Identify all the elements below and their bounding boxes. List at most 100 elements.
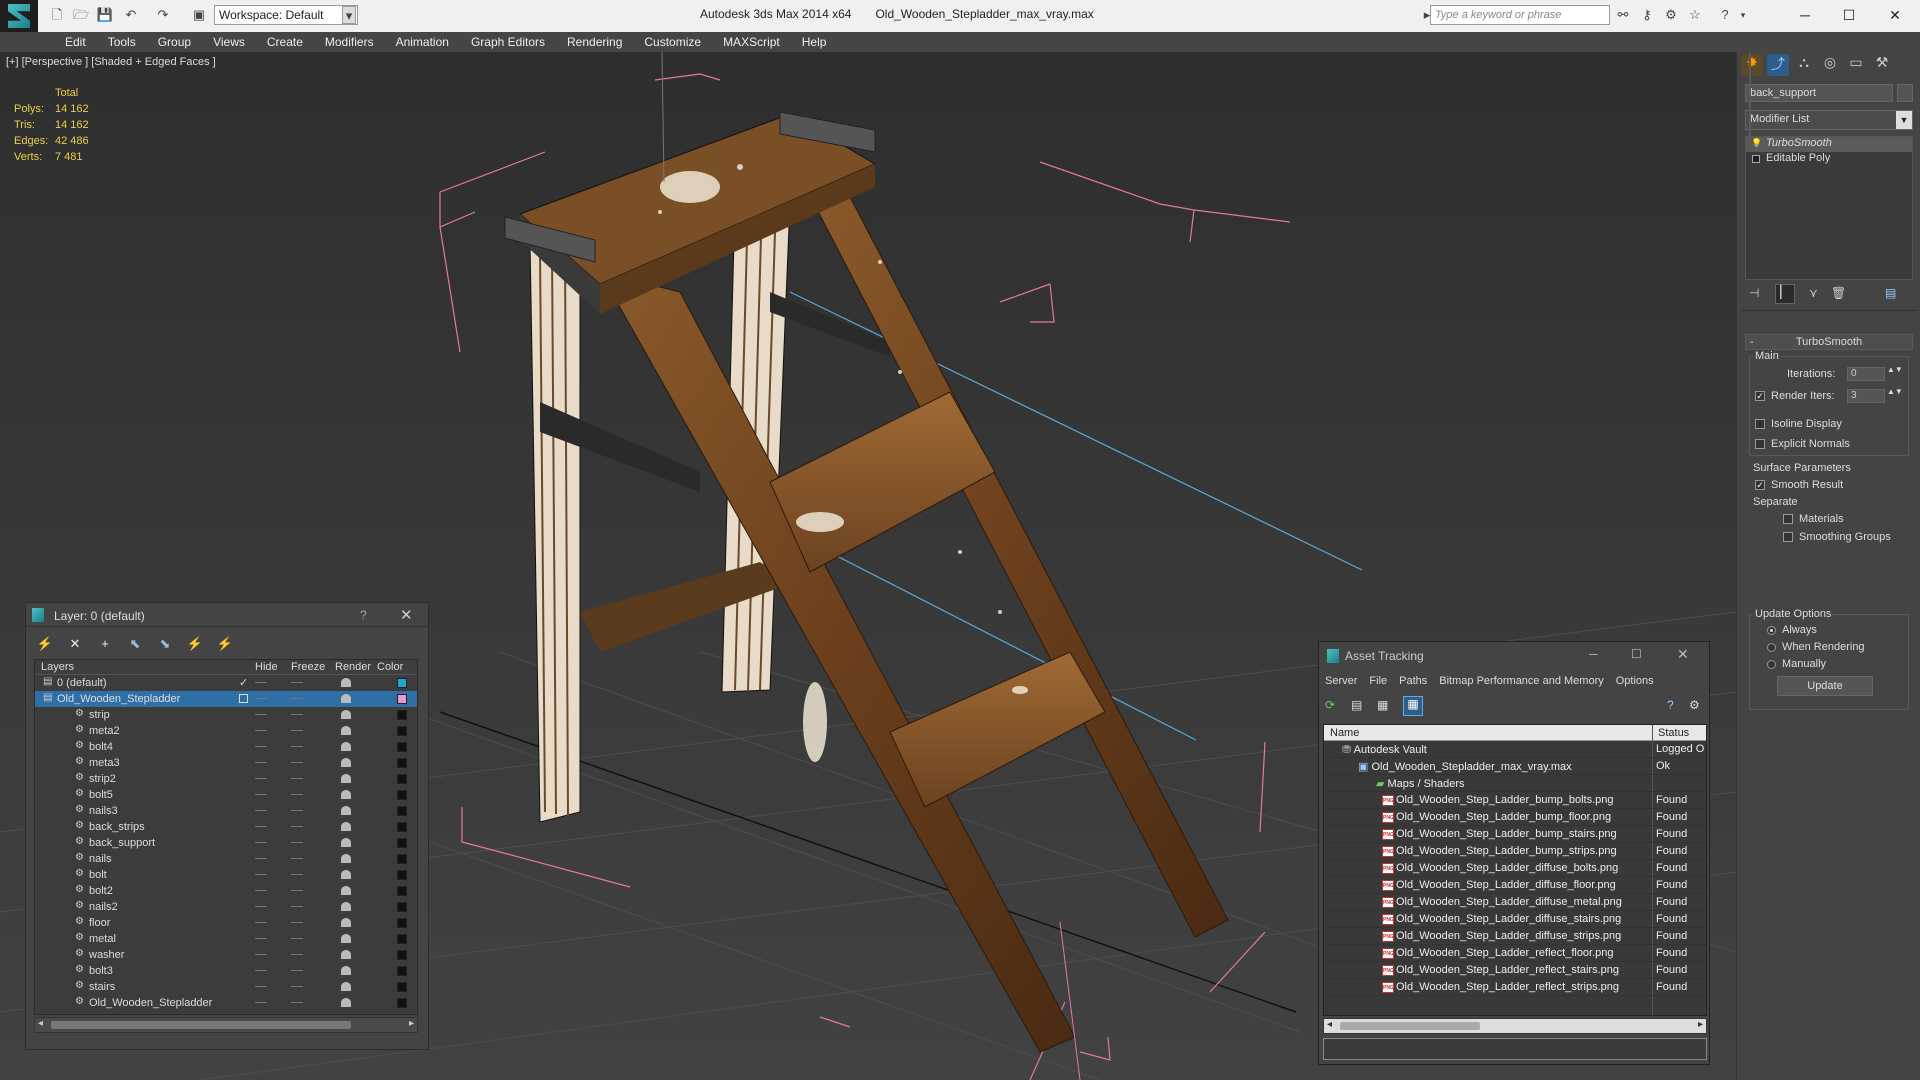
binoculars-icon[interactable]: ⚯ xyxy=(1614,6,1632,24)
hide-toggle[interactable] xyxy=(255,682,267,683)
asset-map-row[interactable]: PNG Old_Wooden_Step_Ladder_bump_floor.png… xyxy=(1324,809,1706,826)
render-teapot-icon[interactable] xyxy=(341,838,351,847)
undo-icon[interactable]: ↶ xyxy=(122,6,140,24)
layer-color-swatch[interactable] xyxy=(397,678,407,688)
layer-row[interactable]: ⚙ bolt xyxy=(35,867,417,883)
asset-menu-file[interactable]: File xyxy=(1369,675,1387,687)
project-folder-icon[interactable]: ▣ xyxy=(190,6,208,24)
freeze-toggle[interactable] xyxy=(291,922,303,923)
col-freeze[interactable]: Freeze xyxy=(291,661,325,673)
hide-toggle[interactable] xyxy=(255,842,267,843)
show-end-result-icon[interactable]: ▏ xyxy=(1775,284,1795,304)
hide-toggle[interactable] xyxy=(255,1002,267,1003)
menu-views[interactable]: Views xyxy=(202,32,256,52)
freeze-all-layers-icon[interactable]: ⚡ xyxy=(216,635,234,653)
col-layers[interactable]: Layers xyxy=(41,661,74,673)
asset-map-row[interactable]: PNG Old_Wooden_Step_Ladder_reflect_strips… xyxy=(1324,979,1706,996)
hide-toggle[interactable] xyxy=(255,954,267,955)
save-file-icon[interactable]: 💾 xyxy=(96,6,114,24)
update-button[interactable]: Update xyxy=(1777,676,1873,696)
scroll-thumb[interactable] xyxy=(1340,1022,1480,1030)
hide-toggle[interactable] xyxy=(255,938,267,939)
render-teapot-icon[interactable] xyxy=(341,790,351,799)
open-file-icon[interactable]: 🗁 xyxy=(72,6,90,24)
render-teapot-icon[interactable] xyxy=(341,694,351,703)
when-rendering-radio[interactable] xyxy=(1767,642,1776,652)
asset-map-row[interactable]: PNG Old_Wooden_Step_Ladder_bump_bolts.png… xyxy=(1324,792,1706,809)
hide-toggle[interactable] xyxy=(255,922,267,923)
help-icon[interactable]: ? xyxy=(1667,698,1674,712)
iterations-spinner[interactable]: 0 xyxy=(1847,367,1885,381)
render-teapot-icon[interactable] xyxy=(341,918,351,927)
menu-modifiers[interactable]: Modifiers xyxy=(314,32,385,52)
layer-color-swatch[interactable] xyxy=(397,934,407,944)
menu-graph-editors[interactable]: Graph Editors xyxy=(460,32,556,52)
create-tab-icon[interactable]: ✸ xyxy=(1741,54,1763,76)
layer-color-swatch[interactable] xyxy=(397,790,407,800)
spinner-arrows-icon[interactable]: ▲▼ xyxy=(1887,387,1903,396)
menu-maxscript[interactable]: MAXScript xyxy=(712,32,791,52)
layer-color-swatch[interactable] xyxy=(397,886,407,896)
make-unique-icon[interactable]: ⋎ xyxy=(1809,286,1818,300)
menu-customize[interactable]: Customize xyxy=(633,32,712,52)
menu-tools[interactable]: Tools xyxy=(97,32,147,52)
hide-toggle[interactable] xyxy=(255,746,267,747)
menu-edit[interactable]: Edit xyxy=(54,32,97,52)
render-teapot-icon[interactable] xyxy=(341,710,351,719)
hide-toggle[interactable] xyxy=(255,810,267,811)
maximize-icon[interactable]: ☐ xyxy=(1631,647,1642,661)
pin-stack-icon[interactable]: ⊣ xyxy=(1749,286,1759,300)
render-teapot-icon[interactable] xyxy=(341,806,351,815)
layer-row[interactable]: ⚙ metal xyxy=(35,931,417,947)
render-teapot-icon[interactable] xyxy=(341,758,351,767)
freeze-toggle[interactable] xyxy=(291,714,303,715)
layer-row[interactable]: ⚙ bolt5 xyxy=(35,787,417,803)
asset-map-row[interactable]: PNG Old_Wooden_Step_Ladder_diffuse_metal.… xyxy=(1324,894,1706,911)
render-teapot-icon[interactable] xyxy=(341,774,351,783)
hide-toggle[interactable] xyxy=(255,858,267,859)
freeze-toggle[interactable] xyxy=(291,874,303,875)
layer-color-swatch[interactable] xyxy=(397,918,407,928)
render-teapot-icon[interactable] xyxy=(341,854,351,863)
layer-color-swatch[interactable] xyxy=(397,710,407,720)
delete-layer-icon[interactable]: ✕ xyxy=(66,635,84,653)
table-view-icon[interactable]: ▦ xyxy=(1403,696,1423,716)
layer-row[interactable]: ⚙ stairs xyxy=(35,979,417,995)
favorites-star-icon[interactable]: ☆ xyxy=(1686,6,1704,24)
scroll-right-icon[interactable]: ▸ xyxy=(409,1018,414,1029)
render-teapot-icon[interactable] xyxy=(341,982,351,991)
render-iters-checkbox[interactable]: ✓ xyxy=(1755,391,1765,402)
freeze-toggle[interactable] xyxy=(291,938,303,939)
layer-color-swatch[interactable] xyxy=(397,742,407,752)
render-teapot-icon[interactable] xyxy=(341,950,351,959)
render-teapot-icon[interactable] xyxy=(341,998,351,1007)
workspace-dropdown[interactable]: Workspace: Default▼ xyxy=(214,5,358,25)
col-color[interactable]: Color xyxy=(377,661,403,673)
layer-row[interactable]: ⚙ nails3 xyxy=(35,803,417,819)
hide-toggle[interactable] xyxy=(255,826,267,827)
explicit-normals-checkbox[interactable] xyxy=(1755,439,1765,450)
layer-row[interactable]: ⚙ Old_Wooden_Stepladder xyxy=(35,995,417,1011)
always-radio[interactable] xyxy=(1767,625,1776,635)
search-input[interactable]: Type a keyword or phrase xyxy=(1430,5,1610,25)
workspace-dropdown-arrow-icon[interactable]: ▾ xyxy=(342,6,356,24)
manually-radio[interactable] xyxy=(1767,659,1776,669)
freeze-toggle[interactable] xyxy=(291,842,303,843)
layer-row[interactable]: ▤ Old_Wooden_Stepladder xyxy=(35,691,417,707)
active-layer-check-icon[interactable]: ✓ xyxy=(239,676,248,689)
hide-toggle[interactable] xyxy=(255,970,267,971)
asset-menu-server[interactable]: Server xyxy=(1325,675,1357,687)
layer-row[interactable]: ⚙ nails xyxy=(35,851,417,867)
freeze-toggle[interactable] xyxy=(291,826,303,827)
asset-menu-bitmap-performance[interactable]: Bitmap Performance and Memory xyxy=(1439,675,1603,687)
menu-group[interactable]: Group xyxy=(147,32,202,52)
col-name[interactable]: Name xyxy=(1330,727,1359,739)
layer-row[interactable]: ▤ 0 (default) ✓ xyxy=(35,675,417,691)
layer-row[interactable]: ⚙ strip xyxy=(35,707,417,723)
modifier-list-dropdown[interactable]: Modifier List ▼ xyxy=(1745,110,1913,130)
render-teapot-icon[interactable] xyxy=(341,726,351,735)
layer-color-swatch[interactable] xyxy=(397,822,407,832)
scroll-right-icon[interactable]: ▸ xyxy=(1698,1019,1703,1030)
stack-item-turbosmooth[interactable]: 💡 TurboSmooth xyxy=(1746,137,1912,152)
network-icon[interactable]: ⚙ xyxy=(1662,6,1680,24)
